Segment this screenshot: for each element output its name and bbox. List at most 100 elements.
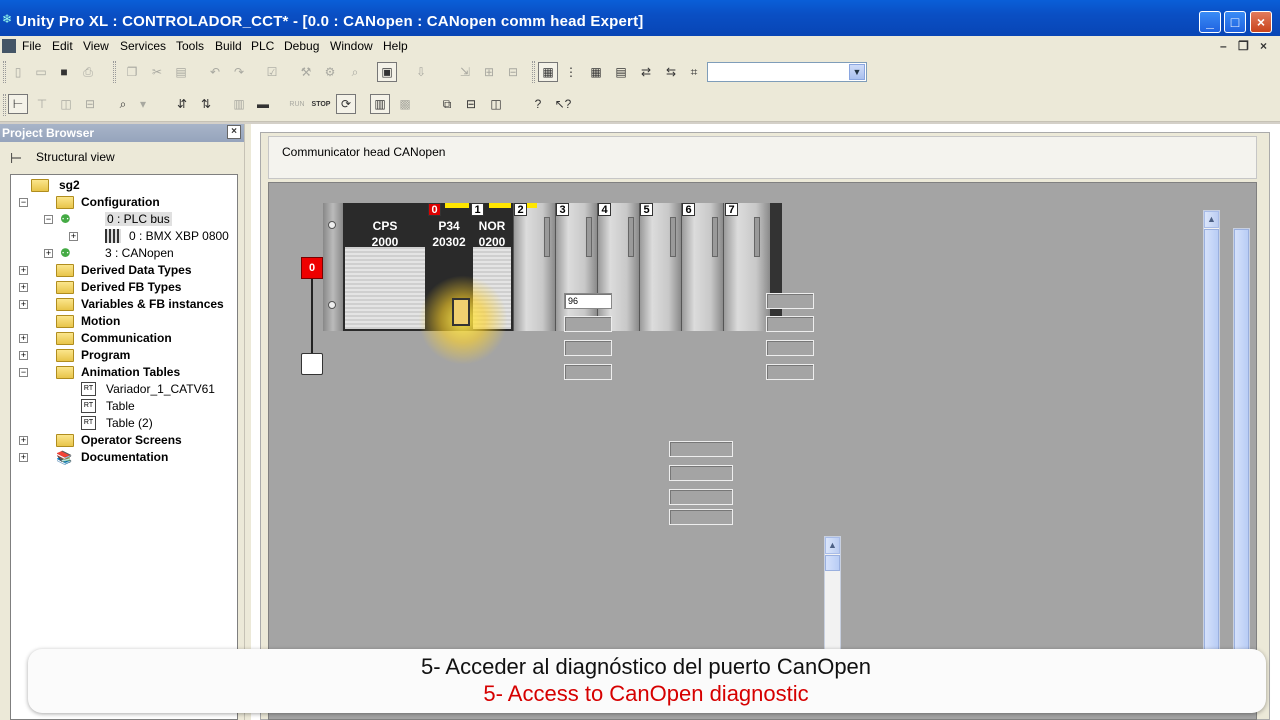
binoculars-icon[interactable]: ⌗: [684, 62, 704, 82]
transfer-to-plc-icon[interactable]: ▥: [229, 94, 249, 114]
tile-horizontal-icon[interactable]: ⊟: [461, 94, 481, 114]
search-combo[interactable]: ▼: [707, 62, 867, 82]
save-icon[interactable]: ■: [54, 62, 74, 82]
analyze-icon[interactable]: ⚒: [296, 62, 316, 82]
open-icon[interactable]: ▭: [31, 62, 51, 82]
simulation-icon[interactable]: ▣: [377, 62, 397, 82]
toolbar-grip[interactable]: [532, 61, 535, 83]
value-field[interactable]: [669, 509, 733, 525]
new-icon[interactable]: ▯: [8, 62, 28, 82]
scroll-thumb[interactable]: [825, 555, 840, 571]
project-browser-close-icon[interactable]: ×: [227, 125, 241, 139]
empty-slot-2[interactable]: [513, 203, 555, 331]
transfer-from-plc-icon[interactable]: ▬: [253, 94, 273, 114]
scroll-up-icon[interactable]: ▲: [825, 537, 840, 554]
mdi-document-icon[interactable]: [2, 39, 16, 53]
collapse-icon[interactable]: −: [19, 198, 28, 207]
value-field[interactable]: [766, 364, 814, 380]
menu-services[interactable]: Services: [120, 39, 166, 53]
plc-screen-icon[interactable]: ▥: [370, 94, 390, 114]
value-field[interactable]: [669, 465, 733, 481]
print-icon[interactable]: ⎙: [78, 62, 98, 82]
menu-tools[interactable]: Tools: [176, 39, 204, 53]
replace-icon[interactable]: ⇄: [636, 62, 656, 82]
value-field[interactable]: [766, 316, 814, 332]
tree-view-icon[interactable]: ⋮: [561, 62, 581, 82]
find-replace-icon[interactable]: ⇆: [661, 62, 681, 82]
grid-icon[interactable]: ▦: [586, 62, 606, 82]
expand-icon[interactable]: +: [19, 266, 28, 275]
scroll-thumb[interactable]: [1234, 229, 1249, 659]
bus-node-empty[interactable]: [301, 353, 323, 375]
expand-icon[interactable]: +: [19, 283, 28, 292]
collapse-icon[interactable]: −: [19, 368, 28, 377]
outer-scrollbar[interactable]: [1233, 228, 1250, 660]
zoom-icon[interactable]: ⌕: [113, 94, 133, 114]
mdi-minimize-button[interactable]: –: [1220, 39, 1227, 53]
menu-plc[interactable]: PLC: [251, 39, 274, 53]
structural-view-icon[interactable]: ⊢: [8, 94, 28, 114]
menu-view[interactable]: View: [83, 39, 109, 53]
value-field[interactable]: [766, 293, 814, 309]
right-scrollbar[interactable]: ▲: [1203, 210, 1220, 660]
value-field[interactable]: [564, 316, 612, 332]
value-field[interactable]: [669, 489, 733, 505]
hierarchy-icon[interactable]: ⊤: [32, 94, 52, 114]
mdi-restore-button[interactable]: ❐: [1238, 39, 1249, 53]
export-icon[interactable]: ⊞: [479, 62, 499, 82]
value-field[interactable]: [564, 364, 612, 380]
build-changes-icon[interactable]: ⚙: [320, 62, 340, 82]
expand-icon[interactable]: +: [19, 334, 28, 343]
maximize-button[interactable]: □: [1224, 11, 1246, 33]
empty-slot-7[interactable]: [723, 203, 770, 331]
panel-splitter[interactable]: [244, 124, 252, 720]
window-layout-icon[interactable]: ▦: [538, 62, 558, 82]
expand-icon[interactable]: +: [19, 300, 28, 309]
paste-icon[interactable]: ▤: [171, 62, 191, 82]
module-cps[interactable]: CPS 2000: [343, 203, 427, 331]
toolbar-grip[interactable]: [113, 61, 116, 83]
copy-icon[interactable]: ❐: [122, 62, 142, 82]
expand-icon[interactable]: +: [69, 232, 78, 241]
expand-icon[interactable]: +: [19, 436, 28, 445]
import-icon[interactable]: ⇲: [455, 62, 475, 82]
collapse-icon[interactable]: −: [44, 215, 53, 224]
expand-icon[interactable]: +: [44, 249, 53, 258]
zoom-dropdown-icon[interactable]: ▾: [133, 94, 153, 114]
scroll-up-icon[interactable]: ▲: [1204, 211, 1219, 228]
mdi-close-button[interactable]: ×: [1260, 39, 1267, 53]
stop-icon[interactable]: STOP: [311, 94, 331, 114]
variables-icon[interactable]: ▤: [611, 62, 631, 82]
menu-edit[interactable]: Edit: [52, 39, 73, 53]
undo-icon[interactable]: ↶: [205, 62, 225, 82]
rebuild-icon[interactable]: ⌕: [345, 62, 365, 82]
context-help-icon[interactable]: ↖?: [553, 94, 573, 114]
split-horizontal-icon[interactable]: ⊟: [80, 94, 100, 114]
transfer-icon[interactable]: ⇩: [411, 62, 431, 82]
chevron-down-icon[interactable]: ▼: [849, 64, 865, 80]
value-field[interactable]: [564, 340, 612, 356]
library-icon[interactable]: ⊟: [503, 62, 523, 82]
empty-slot-3[interactable]: [555, 203, 597, 331]
scroll-thumb[interactable]: [1204, 229, 1219, 659]
run-icon[interactable]: RUN: [287, 94, 307, 114]
value-field[interactable]: 96: [564, 293, 612, 309]
connect-icon[interactable]: ⇵: [172, 94, 192, 114]
menu-help[interactable]: Help: [383, 39, 408, 53]
help-icon[interactable]: ?: [528, 94, 548, 114]
value-field[interactable]: [766, 340, 814, 356]
empty-slot-4[interactable]: [597, 203, 639, 331]
expand-icon[interactable]: +: [19, 453, 28, 462]
bus-node-0[interactable]: 0: [301, 257, 323, 279]
expand-icon[interactable]: +: [19, 351, 28, 360]
value-field[interactable]: [669, 441, 733, 457]
menu-file[interactable]: File: [22, 39, 41, 53]
menu-debug[interactable]: Debug: [284, 39, 319, 53]
toolbar-grip[interactable]: [3, 61, 6, 83]
tile-vertical-icon[interactable]: ◫: [486, 94, 506, 114]
menu-build[interactable]: Build: [215, 39, 242, 53]
split-vertical-icon[interactable]: ◫: [56, 94, 76, 114]
toolbar-grip[interactable]: [3, 94, 6, 116]
empty-slot-6[interactable]: [681, 203, 723, 331]
cascade-icon[interactable]: ⧉: [437, 94, 457, 114]
